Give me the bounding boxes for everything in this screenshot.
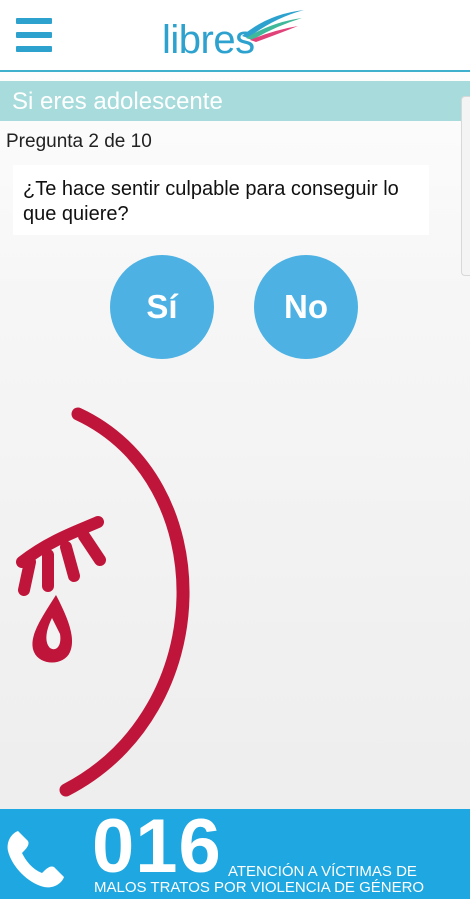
app-header: libres bbox=[0, 0, 470, 72]
question-counter: Pregunta 2 de 10 bbox=[6, 131, 152, 152]
hamburger-menu-icon[interactable] bbox=[16, 18, 52, 52]
question-card: ¿Te hace sentir culpable para conseguir … bbox=[13, 165, 429, 235]
no-button[interactable]: No bbox=[254, 255, 358, 359]
app-logo: libres bbox=[160, 6, 310, 62]
hotline-description-line2: MALOS TRATOS POR VIOLENCIA DE GÉNERO bbox=[94, 879, 425, 896]
section-title: Si eres adolescente bbox=[12, 88, 223, 115]
section-bar: Si eres adolescente bbox=[0, 81, 470, 121]
hotline-number: 016 bbox=[92, 809, 222, 889]
hotline-description-line1: ATENCIÓN A VÍCTIMAS DE bbox=[228, 863, 417, 880]
face-contour bbox=[59, 407, 190, 797]
logo-swoosh-icon bbox=[242, 10, 304, 42]
phone-icon bbox=[7, 831, 64, 888]
scrollbar[interactable] bbox=[461, 96, 470, 276]
crying-face-illustration bbox=[16, 407, 190, 797]
question-text: ¿Te hace sentir culpable para conseguir … bbox=[23, 178, 399, 225]
closed-eye-icon bbox=[16, 516, 106, 596]
hotline-footer[interactable]: 016 ATENCIÓN A VÍCTIMAS DE MALOS TRATOS … bbox=[0, 809, 470, 899]
yes-button[interactable]: Sí bbox=[110, 255, 214, 359]
